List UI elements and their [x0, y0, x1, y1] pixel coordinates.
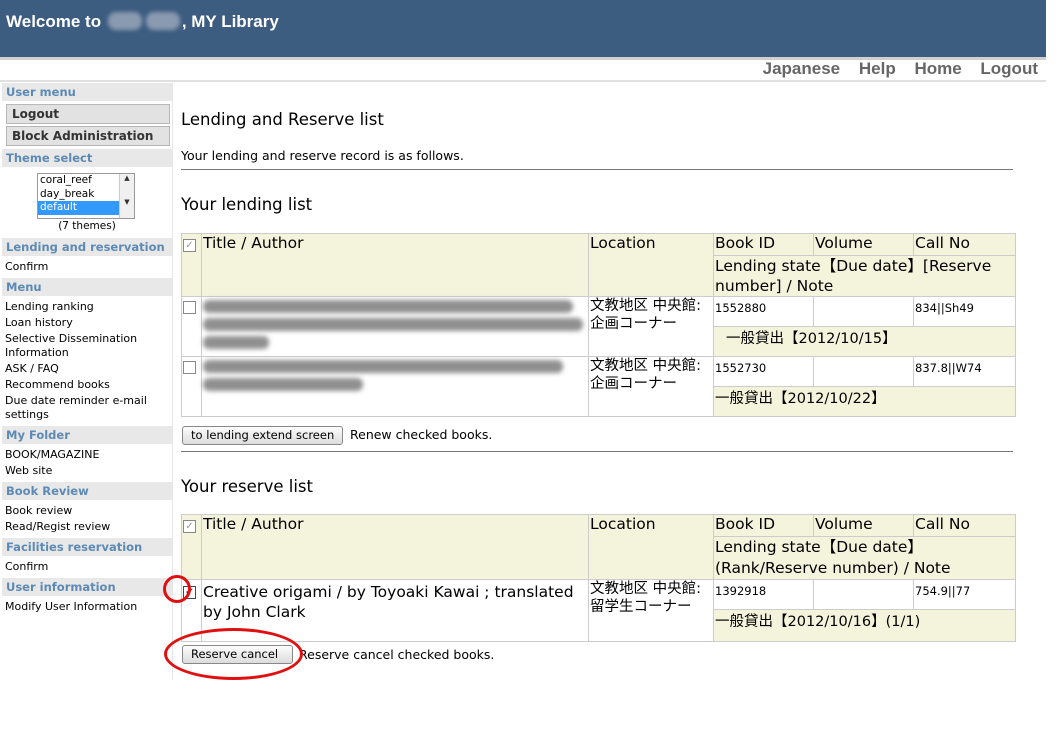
row-location: 文教地区 中央館:企画コーナー [588, 356, 714, 417]
sidebar-item[interactable]: Selective Dissemination Information [2, 331, 172, 361]
sidebar-item[interactable]: Confirm [2, 559, 172, 575]
page-title: Lending and Reserve list [181, 110, 384, 129]
select-all-checkbox[interactable]: ✓ [183, 239, 196, 252]
row-location: 文教地区 中央館:企画コーナー [588, 296, 714, 357]
sidebar-item[interactable]: BOOK/MAGAZINE [2, 447, 172, 463]
sidebar-section-head: Menu [2, 278, 172, 296]
col-title-author: Title / Author [201, 514, 589, 580]
select-all-cell: ✓ [181, 233, 202, 297]
sidebar-section-items: BOOK/MAGAZINE Web site [2, 444, 172, 482]
page-lead: Your lending and reserve record is as fo… [181, 148, 464, 163]
site-title: Welcome to , MY Library [6, 12, 279, 31]
sidebar-item[interactable]: ASK / FAQ [2, 361, 172, 377]
sidebar-section-items: Book review Read/Regist review [2, 500, 172, 538]
sidebar-section-head: Book Review [2, 482, 172, 500]
divider [181, 169, 1013, 170]
nav-logout[interactable]: Logout [980, 59, 1038, 78]
row-checkbox[interactable] [183, 361, 196, 374]
sidebar-section-items: Confirm [2, 256, 172, 278]
redacted-title [201, 356, 589, 417]
nav-help[interactable]: Help [859, 59, 896, 78]
nav-japanese[interactable]: Japanese [763, 59, 841, 78]
lending-extend-note: Renew checked books. [350, 427, 493, 442]
reserve-cancel-button[interactable]: Reserve cancel [182, 645, 293, 664]
theme-list-scrollbar[interactable]: ▲ ▼ [119, 174, 134, 218]
sidebar-section-head: Lending and reservation [2, 238, 172, 256]
logout-button[interactable]: Logout [6, 104, 170, 124]
block-administration-button[interactable]: Block Administration [6, 126, 170, 146]
scroll-down-icon[interactable]: ▼ [120, 198, 134, 206]
table-row: 文教地区 中央館:企画コーナー 1552730 837.8||W74 [181, 356, 1016, 417]
theme-select-list[interactable]: coral_reef day_break default ▲ ▼ [37, 173, 135, 219]
sidebar-item[interactable]: Read/Regist review [2, 519, 172, 535]
sidebar-section-items: Confirm [2, 556, 172, 578]
sidebar-item[interactable]: Book review [2, 503, 172, 519]
col-title-author: Title / Author [201, 233, 589, 297]
row-lending-state: 一般貸出【2012/10/15】 [713, 326, 1016, 357]
sidebar: User menu Logout Block Administration Th… [2, 83, 173, 680]
sidebar-section-head: User information [2, 578, 172, 596]
row-title-author: Creative origami / by Toyoaki Kawai ; tr… [201, 579, 589, 642]
col-book-id: Book ID [713, 514, 814, 537]
sidebar-head-theme-select: Theme select [2, 149, 172, 167]
lending-table: ✓ Title / Author Location Book ID Volume… [181, 233, 1016, 417]
row-lending-state: 一般貸出【2012/10/22】 [713, 386, 1016, 417]
row-volume [813, 356, 914, 387]
col-lending-state: Lending state【Due date】[Reserve number] … [713, 255, 1016, 297]
col-book-id: Book ID [713, 233, 814, 256]
row-call-no: 837.8||W74 [913, 356, 1016, 387]
row-book-id: 1552880 [713, 296, 814, 327]
select-all-checkbox[interactable]: ✓ [183, 520, 196, 533]
top-divider [0, 80, 1046, 82]
col-location: Location [588, 233, 714, 297]
col-location: Location [588, 514, 714, 580]
col-lending-state: Lending state【Due date】 (Rank/Reserve nu… [713, 536, 1016, 580]
theme-count: (7 themes) [58, 220, 116, 232]
site-header: Welcome to , MY Library [0, 0, 1046, 60]
table-row: 文教地区 中央館:企画コーナー 1552880 834||Sh49 [181, 296, 1016, 357]
row-lending-state: 一般貸出【2012/10/16】(1/1) [713, 609, 1016, 642]
row-volume [813, 296, 914, 327]
table-row: ✔ Creative origami / by Toyoaki Kawai ; … [181, 579, 1016, 642]
lending-list-title: Your lending list [181, 195, 313, 214]
redacted-name [107, 12, 142, 30]
scroll-up-icon[interactable]: ▲ [120, 174, 134, 182]
col-volume: Volume [813, 233, 914, 256]
reserve-cancel-note: Reserve cancel checked books. [299, 647, 495, 662]
sidebar-section-head: Facilities reservation [2, 538, 172, 556]
theme-option-selected[interactable]: default [38, 201, 120, 215]
sidebar-item[interactable]: Lending ranking [2, 299, 172, 315]
sidebar-section-items: Modify User Information [2, 596, 172, 618]
row-volume [813, 579, 914, 610]
nav-home[interactable]: Home [914, 59, 961, 78]
sidebar-item[interactable]: Confirm [2, 259, 172, 275]
sidebar-item[interactable]: Modify User Information [2, 599, 172, 615]
row-checkbox[interactable] [183, 301, 196, 314]
col-volume: Volume [813, 514, 914, 537]
sidebar-section-head: My Folder [2, 426, 172, 444]
reserve-table: ✓ Title / Author Location Book ID Volume… [181, 514, 1016, 642]
divider [181, 451, 1013, 452]
sidebar-head-user-menu: User menu [2, 83, 172, 101]
col-call-no: Call No [913, 233, 1016, 256]
redacted-title [201, 296, 589, 357]
top-navigation: Japanese Help Home Logout [749, 59, 1038, 79]
sidebar-item[interactable]: Due date reminder e-mail settings [2, 393, 172, 423]
row-call-no: 834||Sh49 [913, 296, 1016, 327]
row-book-id: 1552730 [713, 356, 814, 387]
sidebar-item[interactable]: Web site [2, 463, 172, 479]
sidebar-item[interactable]: Loan history [2, 315, 172, 331]
row-location: 文教地区 中央館:留学生コーナー [588, 579, 714, 642]
col-call-no: Call No [913, 514, 1016, 537]
row-call-no: 754.9||77 [913, 579, 1016, 610]
sidebar-section-items: Lending ranking Loan history Selective Dis… [2, 296, 172, 426]
reserve-list-title: Your reserve list [181, 477, 313, 496]
row-book-id: 1392918 [713, 579, 814, 610]
lending-extend-button[interactable]: to lending extend screen [182, 426, 344, 445]
redacted-name [145, 12, 180, 30]
sidebar-item[interactable]: Recommend books [2, 377, 172, 393]
row-checkbox-checked[interactable]: ✔ [183, 586, 196, 599]
